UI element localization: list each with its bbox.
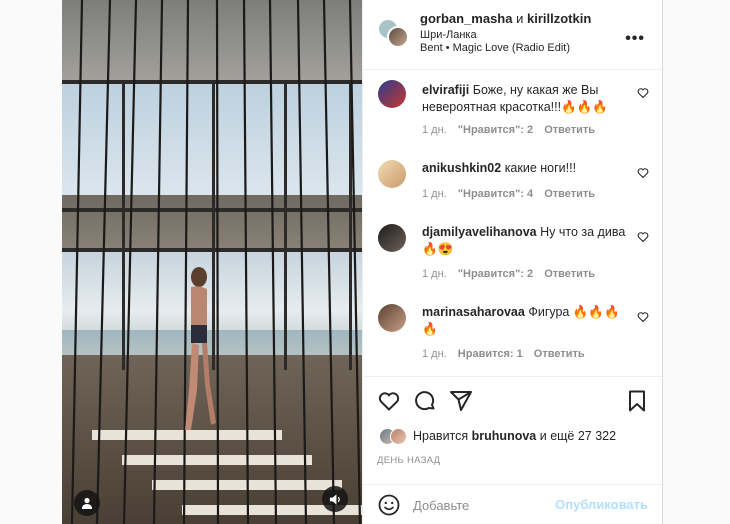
heart-icon[interactable] xyxy=(637,166,649,179)
comment-text: elvirafiji Боже, ну какая же Вы невероят… xyxy=(422,82,627,116)
comment-bubble-icon[interactable] xyxy=(413,389,437,413)
heart-icon[interactable] xyxy=(637,310,649,323)
comment-text: marinasaharovaa Фигура 🔥🔥🔥🔥 xyxy=(422,304,627,338)
user-icon xyxy=(82,497,92,509)
music-info[interactable]: Bent • Magic Love (Radio Edit) xyxy=(420,42,570,54)
emoji-icon[interactable] xyxy=(377,493,401,517)
heart-icon[interactable] xyxy=(637,230,649,243)
page-background-left xyxy=(0,0,62,524)
reply-button[interactable]: Ответить xyxy=(544,268,595,280)
comment-likes[interactable]: "Нравится": 4 xyxy=(458,188,533,200)
audio-toggle-button[interactable] xyxy=(322,486,348,512)
avatar[interactable] xyxy=(378,160,406,188)
comment-meta: 1 дн. "Нравится": 4 Ответить xyxy=(422,188,603,200)
likes-user-link[interactable]: bruhunova xyxy=(472,429,537,443)
likes-prefix: Нравится xyxy=(413,429,469,443)
comment-input[interactable] xyxy=(413,494,563,516)
page-background-right xyxy=(662,0,730,524)
comment-composer: Опубликовать xyxy=(363,484,663,524)
reel-video[interactable] xyxy=(62,0,362,524)
reply-button[interactable]: Ответить xyxy=(534,348,585,360)
post-header: gorban_masha и kirillzotkin Шри-Ланка Be… xyxy=(363,0,663,70)
comment-meta: 1 дн. "Нравится": 2 Ответить xyxy=(422,268,603,280)
person-figure xyxy=(185,267,216,430)
comment-likes[interactable]: Нравится: 1 xyxy=(458,348,523,360)
post-authors: gorban_masha и kirillzotkin xyxy=(420,11,591,26)
likes-summary[interactable]: Нравится bruhunova и ещё 27 322 xyxy=(379,427,659,447)
avatar[interactable] xyxy=(378,304,406,332)
post-timestamp[interactable]: ДЕНЬ НАЗАД xyxy=(377,455,440,466)
comment-username[interactable]: marinasaharovaa xyxy=(422,305,525,319)
likes-count[interactable]: и ещё 27 322 xyxy=(540,429,616,443)
comment-time[interactable]: 1 дн. xyxy=(422,268,447,280)
author-link[interactable]: gorban_masha xyxy=(420,11,512,26)
music-separator: • xyxy=(445,42,450,54)
comment-time[interactable]: 1 дн. xyxy=(422,124,447,136)
reply-button[interactable]: Ответить xyxy=(544,188,595,200)
comment-username[interactable]: anikushkin02 xyxy=(422,161,501,175)
bookmark-icon[interactable] xyxy=(625,389,649,413)
post-actions: Нравится bruhunova и ещё 27 322 ДЕНЬ НАЗ… xyxy=(363,376,663,494)
comment-username[interactable]: djamilyavelihanova xyxy=(422,225,537,239)
tagged-users-button[interactable] xyxy=(74,490,100,516)
post-side-panel: gorban_masha и kirillzotkin Шри-Ланка Be… xyxy=(362,0,663,524)
author-link[interactable]: kirillzotkin xyxy=(527,11,591,26)
speaker-icon xyxy=(329,493,340,505)
authors-conjunction: и xyxy=(516,11,524,26)
heart-icon[interactable] xyxy=(637,86,649,99)
comment-likes[interactable]: "Нравится": 2 xyxy=(458,268,533,280)
music-artist: Bent xyxy=(420,42,443,54)
comment-username[interactable]: elvirafiji xyxy=(422,83,469,97)
like-heart-icon[interactable] xyxy=(377,389,401,413)
comment-meta: 1 дн. "Нравится": 2 Ответить xyxy=(422,124,603,136)
comment-text: djamilyavelihanova Ну что за дива 🔥😍 xyxy=(422,224,627,258)
share-paper-plane-icon[interactable] xyxy=(449,389,473,413)
avatar xyxy=(387,26,409,48)
comment-meta: 1 дн. Нравится: 1 Ответить xyxy=(422,348,593,360)
location-link[interactable]: Шри-Ланка xyxy=(420,29,477,41)
comment-body: какие ноги!!! xyxy=(504,161,577,175)
comment-likes[interactable]: "Нравится": 2 xyxy=(458,124,533,136)
comment-time[interactable]: 1 дн. xyxy=(422,348,447,360)
more-options-button[interactable]: ••• xyxy=(625,30,645,48)
avatar xyxy=(390,428,407,445)
comment-time[interactable]: 1 дн. xyxy=(422,188,447,200)
rod-curtain xyxy=(70,0,362,524)
music-track: Magic Love (Radio Edit) xyxy=(452,42,571,54)
reply-button[interactable]: Ответить xyxy=(544,124,595,136)
avatar[interactable] xyxy=(378,224,406,252)
publish-button[interactable]: Опубликовать xyxy=(555,497,648,512)
co-author-avatars[interactable] xyxy=(377,18,409,50)
comment-text: anikushkin02 какие ноги!!! xyxy=(422,160,627,177)
avatar[interactable] xyxy=(378,80,406,108)
